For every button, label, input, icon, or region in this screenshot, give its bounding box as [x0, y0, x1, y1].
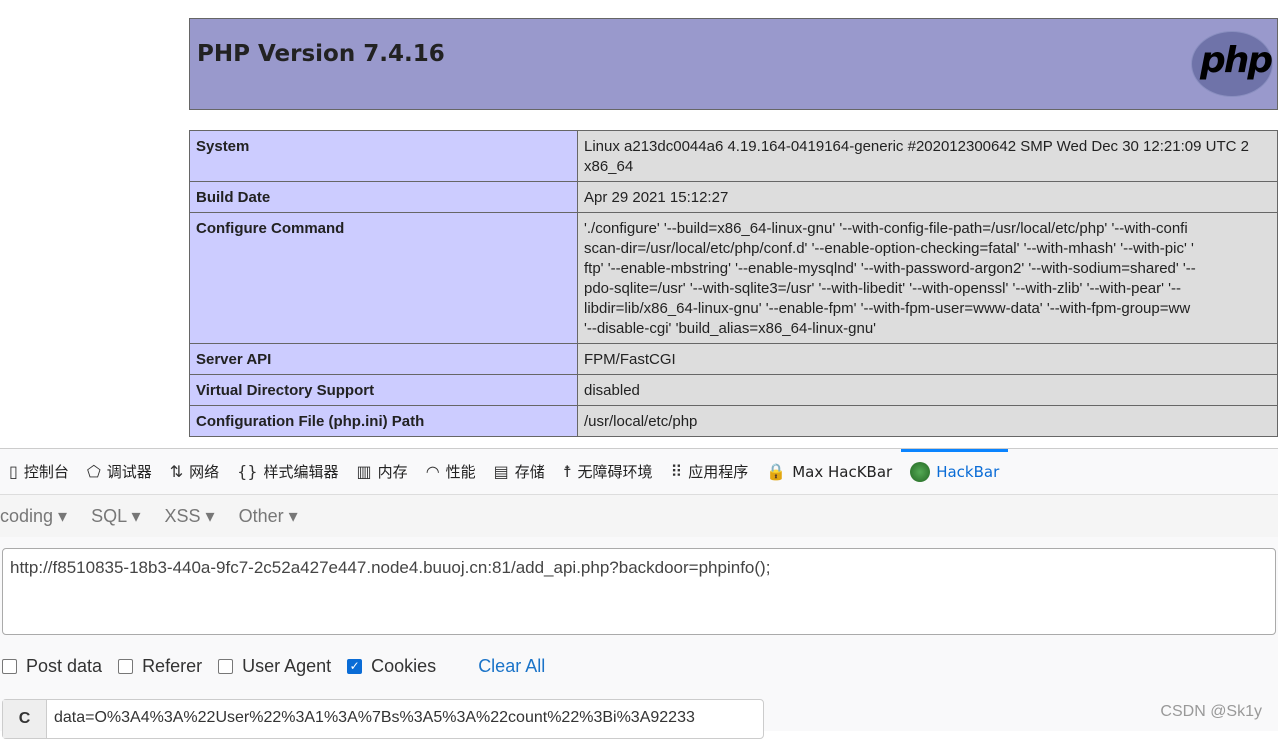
table-row: Configuration File (php.ini) Path/usr/lo… [189, 405, 1278, 437]
tab-label: 性能 [445, 463, 476, 481]
checkbox[interactable] [2, 659, 17, 674]
phpinfo-header: PHP Version 7.4.16 php [189, 18, 1278, 110]
debugger-icon: ⬠ [86, 462, 101, 481]
console-icon: ▯ [9, 462, 18, 481]
menu-sql[interactable]: SQL ▾ [91, 506, 140, 527]
option-label: Cookies [371, 656, 437, 676]
option-label: Referer [142, 656, 203, 676]
clear-all-link[interactable]: Clear All [478, 656, 545, 677]
row-value: disabled [577, 374, 1278, 406]
cookie-input[interactable]: data=O%3A4%3A%22User%22%3A1%3A%7Bs%3A5%3… [47, 700, 702, 738]
row-value: Linux a213dc0044a6 4.19.164-0419164-gene… [577, 130, 1278, 182]
cookie-label: C [3, 700, 47, 738]
memory-icon: ▥ [356, 462, 372, 481]
tab-label: 调试器 [106, 463, 152, 481]
tab-accessibility[interactable]: ☨ 无障碍环境 [554, 449, 662, 495]
accessibility-icon: ☨ [562, 462, 572, 481]
table-row: Server API FPM/FastCGI [189, 343, 1278, 375]
option-label: User Agent [242, 656, 332, 676]
hackbar-menu: coding ▾ SQL ▾ XSS ▾ Other ▾ [0, 495, 1278, 537]
row-label: Configure Command [189, 212, 578, 344]
phpinfo-page: PHP Version 7.4.16 php System Linux a213d… [189, 18, 1278, 437]
tab-console[interactable]: ▯ 控制台 [0, 449, 78, 495]
option-referer[interactable]: Referer [118, 656, 202, 677]
network-icon: ⇅ [169, 462, 184, 481]
watermark: CSDN @Sk1y [1160, 703, 1262, 720]
tab-label: 控制台 [23, 463, 69, 481]
checkbox[interactable]: ✓ [347, 659, 363, 674]
tab-storage[interactable]: ▤ 存储 [485, 449, 554, 495]
row-label: Virtual Directory Support [189, 374, 578, 406]
table-row: Build Date Apr 29 2021 15:12:27 [189, 181, 1278, 213]
tab-label: 网络 [189, 463, 220, 481]
tab-max-hackbar[interactable]: 🔒 Max HacKBar [757, 449, 901, 495]
table-row: Configure Command './configure' '--build=… [189, 212, 1278, 344]
row-value: Apr 29 2021 15:12:27 [577, 181, 1278, 213]
tab-network[interactable]: ⇅ 网络 [161, 449, 228, 495]
devtools-panel: ▯ 控制台 ⬠ 调试器 ⇅ 网络 {} 样式编辑器 ▥ 内存 ◠ 性能 ▤ 存储 ☨ 无障碍环境 ⠿ 应用程序 🔒 M… [0, 448, 1278, 739]
tab-hackbar[interactable]: HackBar [901, 448, 1009, 495]
max-hackbar-icon: 🔒 [766, 462, 787, 481]
performance-icon: ◠ [425, 462, 440, 481]
option-cookies[interactable]: ✓ Cookies [347, 656, 436, 677]
table-row: Virtual Directory Support disabled [189, 374, 1278, 406]
phpinfo-table: System Linux a213dc0044a6 4.19.164-041916… [189, 130, 1278, 437]
option-post-data[interactable]: Post data [2, 656, 102, 677]
tab-performance[interactable]: ◠ 性能 [417, 449, 485, 495]
page-title: PHP Version 7.4.16 [197, 41, 445, 67]
tab-memory[interactable]: ▥ 内存 [348, 449, 417, 495]
tab-label: 样式编辑器 [263, 463, 339, 481]
devtools-tabs: ▯ 控制台 ⬠ 调试器 ⇅ 网络 {} 样式编辑器 ▥ 内存 ◠ 性能 ▤ 存储 ☨ 无障碍环境 ⠿ 应用程序 🔒 M… [0, 448, 1278, 495]
application-icon: ⠿ [670, 462, 683, 481]
option-label: Post data [26, 656, 103, 676]
tab-label: 无障碍环境 [577, 463, 653, 481]
menu-encoding[interactable]: coding ▾ [0, 506, 67, 527]
checkbox[interactable] [118, 659, 134, 674]
menu-xss[interactable]: XSS ▾ [165, 506, 215, 527]
checkbox[interactable] [218, 659, 234, 674]
row-label: Build Date [189, 181, 578, 213]
options-row: Post data Referer User Agent ✓ Cookies Clear … [2, 656, 545, 677]
menu-label: Other [238, 505, 284, 526]
tab-label: 内存 [377, 463, 408, 481]
menu-label: XSS [164, 505, 201, 526]
tab-label: HackBar [936, 462, 1000, 481]
row-label: System [189, 130, 578, 182]
url-textarea[interactable]: http://f8510835-18b3-440a-9fc7-2c52a427e… [2, 548, 1276, 635]
table-row: System Linux a213dc0044a6 4.19.164-041916… [189, 130, 1278, 182]
menu-other[interactable]: Other ▾ [239, 506, 298, 527]
storage-icon: ▤ [493, 462, 509, 481]
tab-debugger[interactable]: ⬠ 调试器 [78, 449, 161, 495]
row-value: FPM/FastCGI [577, 343, 1278, 375]
hackbar-icon [910, 461, 931, 482]
php-logo: php [1191, 31, 1273, 97]
row-value: './configure' '--build=x86_64-linux-gnu'… [577, 212, 1278, 344]
tab-label: 存储 [514, 463, 545, 481]
tab-label: 应用程序 [688, 463, 749, 481]
tab-label: Max HacKBar [792, 462, 893, 481]
row-label: Server API [189, 343, 578, 375]
row-label: Configuration File (php.ini) Path [189, 405, 578, 437]
style-editor-icon: {} [237, 462, 258, 481]
cookie-field[interactable]: C data=O%3A4%3A%22User%22%3A1%3A%7Bs%3A5… [2, 699, 764, 739]
menu-label: coding [0, 505, 54, 526]
tab-style-editor[interactable]: {} 样式编辑器 [228, 449, 347, 495]
menu-label: SQL [91, 505, 127, 526]
row-value: /usr/local/etc/php [577, 405, 1278, 437]
tab-application[interactable]: ⠿ 应用程序 [662, 449, 758, 495]
option-user-agent[interactable]: User Agent [218, 656, 331, 677]
